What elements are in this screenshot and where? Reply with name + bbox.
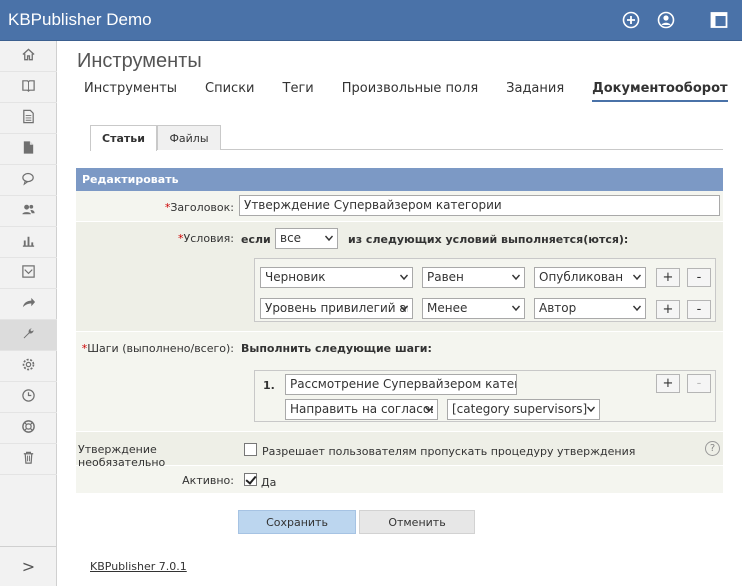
sidebar-item-help[interactable] [0,413,57,444]
add-step-button[interactable]: + [656,374,680,393]
title-row: *Заголовок: Утверждение Супервайзером ка… [76,191,723,222]
step-target-select[interactable]: [category supervisors] [447,399,600,420]
home-icon [21,47,36,65]
active-text: Да [261,476,277,489]
tab-custom-fields[interactable]: Произвольные поля [342,81,478,102]
chevron-down-icon [632,305,642,312]
document-icon [21,109,36,127]
subtab-files[interactable]: Файлы [157,125,221,150]
add-condition-button[interactable]: + [656,268,680,287]
chevron-down-icon [399,305,409,312]
page-title: Инструменты [77,50,202,72]
book-icon [21,78,36,96]
sidebar-item-export[interactable] [0,289,57,320]
gear-icon [21,357,36,375]
window-icon[interactable] [710,11,728,29]
condition-operator-select[interactable]: Равен [422,267,525,288]
chevron-down-icon [324,235,334,242]
match-select[interactable]: все [275,228,338,249]
sidebar-item-files[interactable] [0,134,57,165]
tab-tasks[interactable]: Задания [506,81,564,102]
comments-icon [21,171,36,189]
chevron-down-icon [511,305,521,312]
sub-tabs: Статьи Файлы [90,125,723,151]
condition-field-select[interactable]: Черновик [260,267,413,288]
sidebar-item-trash[interactable] [0,444,57,475]
remove-condition-button[interactable]: - [687,268,711,287]
chevron-down-icon [511,274,521,281]
sidebar-item-tools[interactable] [0,320,57,351]
condition-value-select[interactable]: Автор [534,298,646,319]
cancel-button[interactable]: Отменить [359,510,475,534]
steps-heading: Выполнить следующие шаги: [241,342,432,355]
tab-tags[interactable]: Теги [283,81,314,102]
conditions-row: *Условия: если все из следующих условий … [76,222,723,332]
users-icon [21,202,36,220]
step-number: 1. [263,379,275,392]
title-label: *Заголовок: [164,201,234,214]
tab-tools[interactable]: Инструменты [84,81,177,102]
version-link[interactable]: KBPublisher 7.0.1 [90,560,187,573]
plus-circle-icon[interactable] [622,11,640,29]
image-icon [21,264,36,282]
section-header: Редактировать [76,168,723,191]
save-button[interactable]: Сохранить [238,510,356,534]
condition-value-select[interactable]: Опубликован [534,267,646,288]
optional-checkbox[interactable] [244,443,257,456]
optional-row: Утверждение необязательно Разрешает поль… [76,432,723,469]
chevron-down-icon [586,406,596,413]
steps-row: *Шаги (выполнено/всего): Выполнить следу… [76,332,723,432]
steps-label: *Шаги (выполнено/всего): [81,342,234,355]
sidebar-expand-button[interactable]: > [0,546,57,586]
sidebar-item-settings[interactable] [0,351,57,382]
conditions-label: *Условия: [178,232,234,245]
remove-step-button[interactable]: - [687,374,711,393]
help-icon[interactable]: ? [705,441,720,456]
user-icon[interactable] [657,11,675,29]
top-bar: KBPublisher Demo [0,0,742,41]
sidebar-item-history[interactable] [0,382,57,413]
optional-text: Разрешает пользователям пропускать проце… [262,445,636,458]
lifebuoy-icon [21,419,36,437]
conditions-box: Черновик Равен Опубликован + - Уровень п… [254,258,716,322]
sidebar-item-comments[interactable] [0,165,57,196]
add-condition-button[interactable]: + [656,300,680,319]
sidebar-item-media[interactable] [0,258,57,289]
condition-operator-select[interactable]: Менее [422,298,525,319]
sidebar-item-book[interactable] [0,72,57,103]
chevron-down-icon [632,274,642,281]
chevron-down-icon [424,406,434,413]
step-title-input[interactable]: Рассмотрение Супервайзером категори [285,374,517,395]
clock-icon [21,388,36,406]
sidebar-item-reports[interactable] [0,227,57,258]
sidebar-item-users[interactable] [0,196,57,227]
condition-field-select[interactable]: Уровень привилегий ав [260,298,413,319]
sidebar-item-documents[interactable] [0,103,57,134]
tab-workflow[interactable]: Документооборот [592,81,728,102]
active-checkbox[interactable] [244,473,257,486]
active-label: Активно: [182,474,234,487]
sidebar: > [0,41,57,586]
step-box: 1. Рассмотрение Супервайзером категори Н… [254,370,716,422]
active-row: Активно: Да [76,466,723,494]
share-icon [21,295,36,313]
file-icon [21,140,36,158]
match-suffix: из следующих условий выполняется(ются): [348,233,629,246]
sidebar-item-home[interactable] [0,41,57,72]
remove-condition-button[interactable]: - [687,300,711,319]
chevron-down-icon [399,274,409,281]
wrench-icon [21,326,36,344]
chevron-right-icon: > [21,557,36,576]
trash-icon [21,450,36,468]
if-label: если [241,233,271,246]
tab-lists[interactable]: Списки [205,81,254,102]
title-input[interactable]: Утверждение Супервайзером категории [239,195,720,216]
chart-icon [21,233,36,251]
main-tabs: Инструменты Списки Теги Произвольные пол… [84,81,728,102]
subtab-articles[interactable]: Статьи [90,125,157,151]
step-action-select[interactable]: Направить на согласов [285,399,438,420]
app-title[interactable]: KBPublisher Demo [8,10,152,30]
